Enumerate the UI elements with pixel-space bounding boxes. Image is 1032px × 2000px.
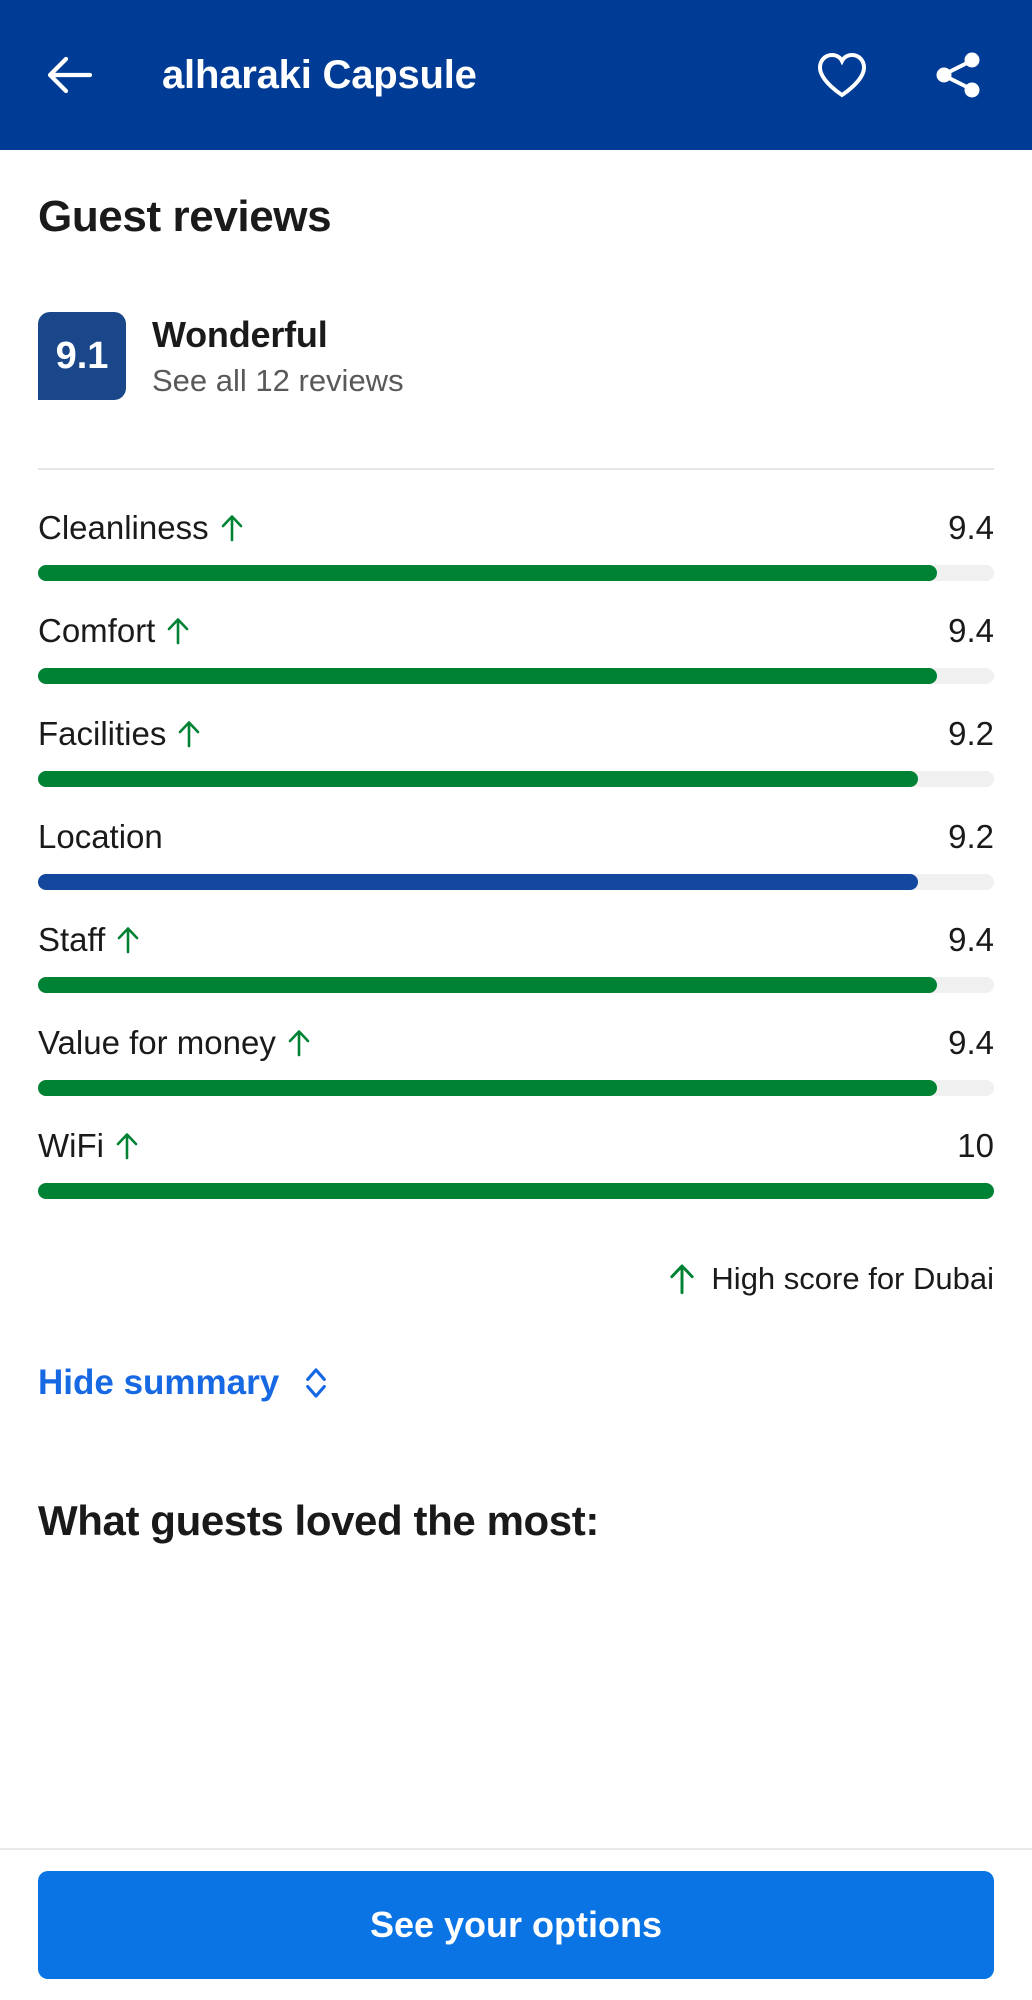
app-header: alharaki Capsule: [0, 0, 1032, 150]
rating-label-group: Comfort: [38, 612, 191, 650]
rating-row-wifi: WiFi 10: [38, 1122, 994, 1199]
rating-fill: [38, 874, 918, 890]
arrow-up-icon: [288, 1030, 310, 1057]
loved-list-clipped: [38, 1609, 994, 1629]
rating-track: [38, 668, 994, 684]
rating-label: Comfort: [38, 612, 156, 649]
rating-fill: [38, 977, 937, 993]
arrow-up-icon: [670, 1264, 695, 1295]
rating-label: Location: [38, 818, 163, 855]
rating-row-value-for-money: Value for money 9.4: [38, 1019, 994, 1096]
back-button[interactable]: [38, 44, 100, 106]
share-icon: [936, 52, 980, 98]
rating-label: Facilities: [38, 715, 167, 752]
page-title: alharaki Capsule: [162, 52, 477, 97]
rating-fill: [38, 1080, 937, 1096]
share-button[interactable]: [928, 45, 988, 105]
rating-value: 9.4: [948, 1024, 994, 1061]
arrow-up-icon: [179, 721, 200, 748]
rating-fill: [38, 565, 937, 581]
sticky-footer: See your options: [0, 1848, 1032, 2000]
hide-summary-label: Hide summary: [38, 1363, 280, 1402]
rating-track: [38, 565, 994, 581]
rating-value: 9.4: [948, 612, 994, 649]
rating-value: 9.4: [948, 509, 994, 546]
reviews-content: Guest reviews 9.1 Wonderful See all 12 r…: [0, 192, 1032, 1629]
loved-most-title: What guests loved the most:: [38, 1497, 599, 1544]
rating-label: WiFi: [38, 1127, 104, 1164]
rating-track: [38, 771, 994, 787]
header-actions: [812, 45, 988, 105]
rating-row-cleanliness: Cleanliness 9.4: [38, 504, 994, 581]
rating-label: Value for money: [38, 1024, 276, 1061]
legend-label: High score for Dubai: [711, 1261, 994, 1296]
rating-row-location: Location 9.2: [38, 813, 994, 890]
see-your-options-button[interactable]: See your options: [38, 1871, 994, 1979]
rating-track: [38, 874, 994, 890]
rating-track: [38, 977, 994, 993]
rating-label-group: Cleanliness: [38, 509, 245, 547]
rating-label-group: Location: [38, 818, 163, 856]
arrow-up-icon: [221, 515, 242, 542]
overall-score-row: 9.1 Wonderful See all 12 reviews: [38, 312, 994, 400]
high-score-legend: High score for Dubai: [38, 1261, 994, 1297]
rating-label: Cleanliness: [38, 509, 209, 546]
rating-value: 10: [957, 1127, 994, 1164]
app-screen: alharaki Capsule Guest reviews 9.1 Wonde…: [0, 0, 1032, 2000]
rating-label-group: WiFi: [38, 1127, 140, 1165]
arrow-up-icon: [117, 927, 139, 954]
score-text-block: Wonderful See all 12 reviews: [152, 312, 404, 400]
favorite-button[interactable]: [812, 45, 872, 105]
rating-value: 9.4: [948, 921, 994, 958]
rating-track: [38, 1080, 994, 1096]
see-all-reviews-link[interactable]: See all 12 reviews: [152, 362, 404, 399]
heart-icon: [817, 52, 867, 98]
rating-fill: [38, 1183, 994, 1199]
rating-fill: [38, 771, 918, 787]
arrow-up-icon: [168, 618, 189, 645]
arrow-left-icon: [47, 56, 92, 94]
rating-label-group: Value for money: [38, 1024, 312, 1062]
rating-track: [38, 1183, 994, 1199]
rating-row-comfort: Comfort 9.4: [38, 607, 994, 684]
rating-label: Staff: [38, 921, 106, 958]
rating-categories-list: Cleanliness 9.4 Comfort 9.4 Facilities 9…: [38, 504, 994, 1199]
rating-label-group: Facilities: [38, 715, 202, 753]
section-divider: [38, 468, 994, 470]
hide-summary-toggle[interactable]: Hide summary: [38, 1363, 331, 1403]
rating-label-group: Staff: [38, 921, 141, 959]
rating-value: 9.2: [948, 818, 994, 855]
arrow-up-icon: [116, 1133, 138, 1160]
guest-reviews-title: Guest reviews: [38, 192, 332, 241]
rating-value: 9.2: [948, 715, 994, 752]
chevron-up-down-icon: [306, 1368, 327, 1398]
rating-row-facilities: Facilities 9.2: [38, 710, 994, 787]
rating-row-staff: Staff 9.4: [38, 916, 994, 993]
rating-fill: [38, 668, 937, 684]
score-badge: 9.1: [38, 312, 126, 400]
score-word: Wonderful: [152, 314, 328, 355]
